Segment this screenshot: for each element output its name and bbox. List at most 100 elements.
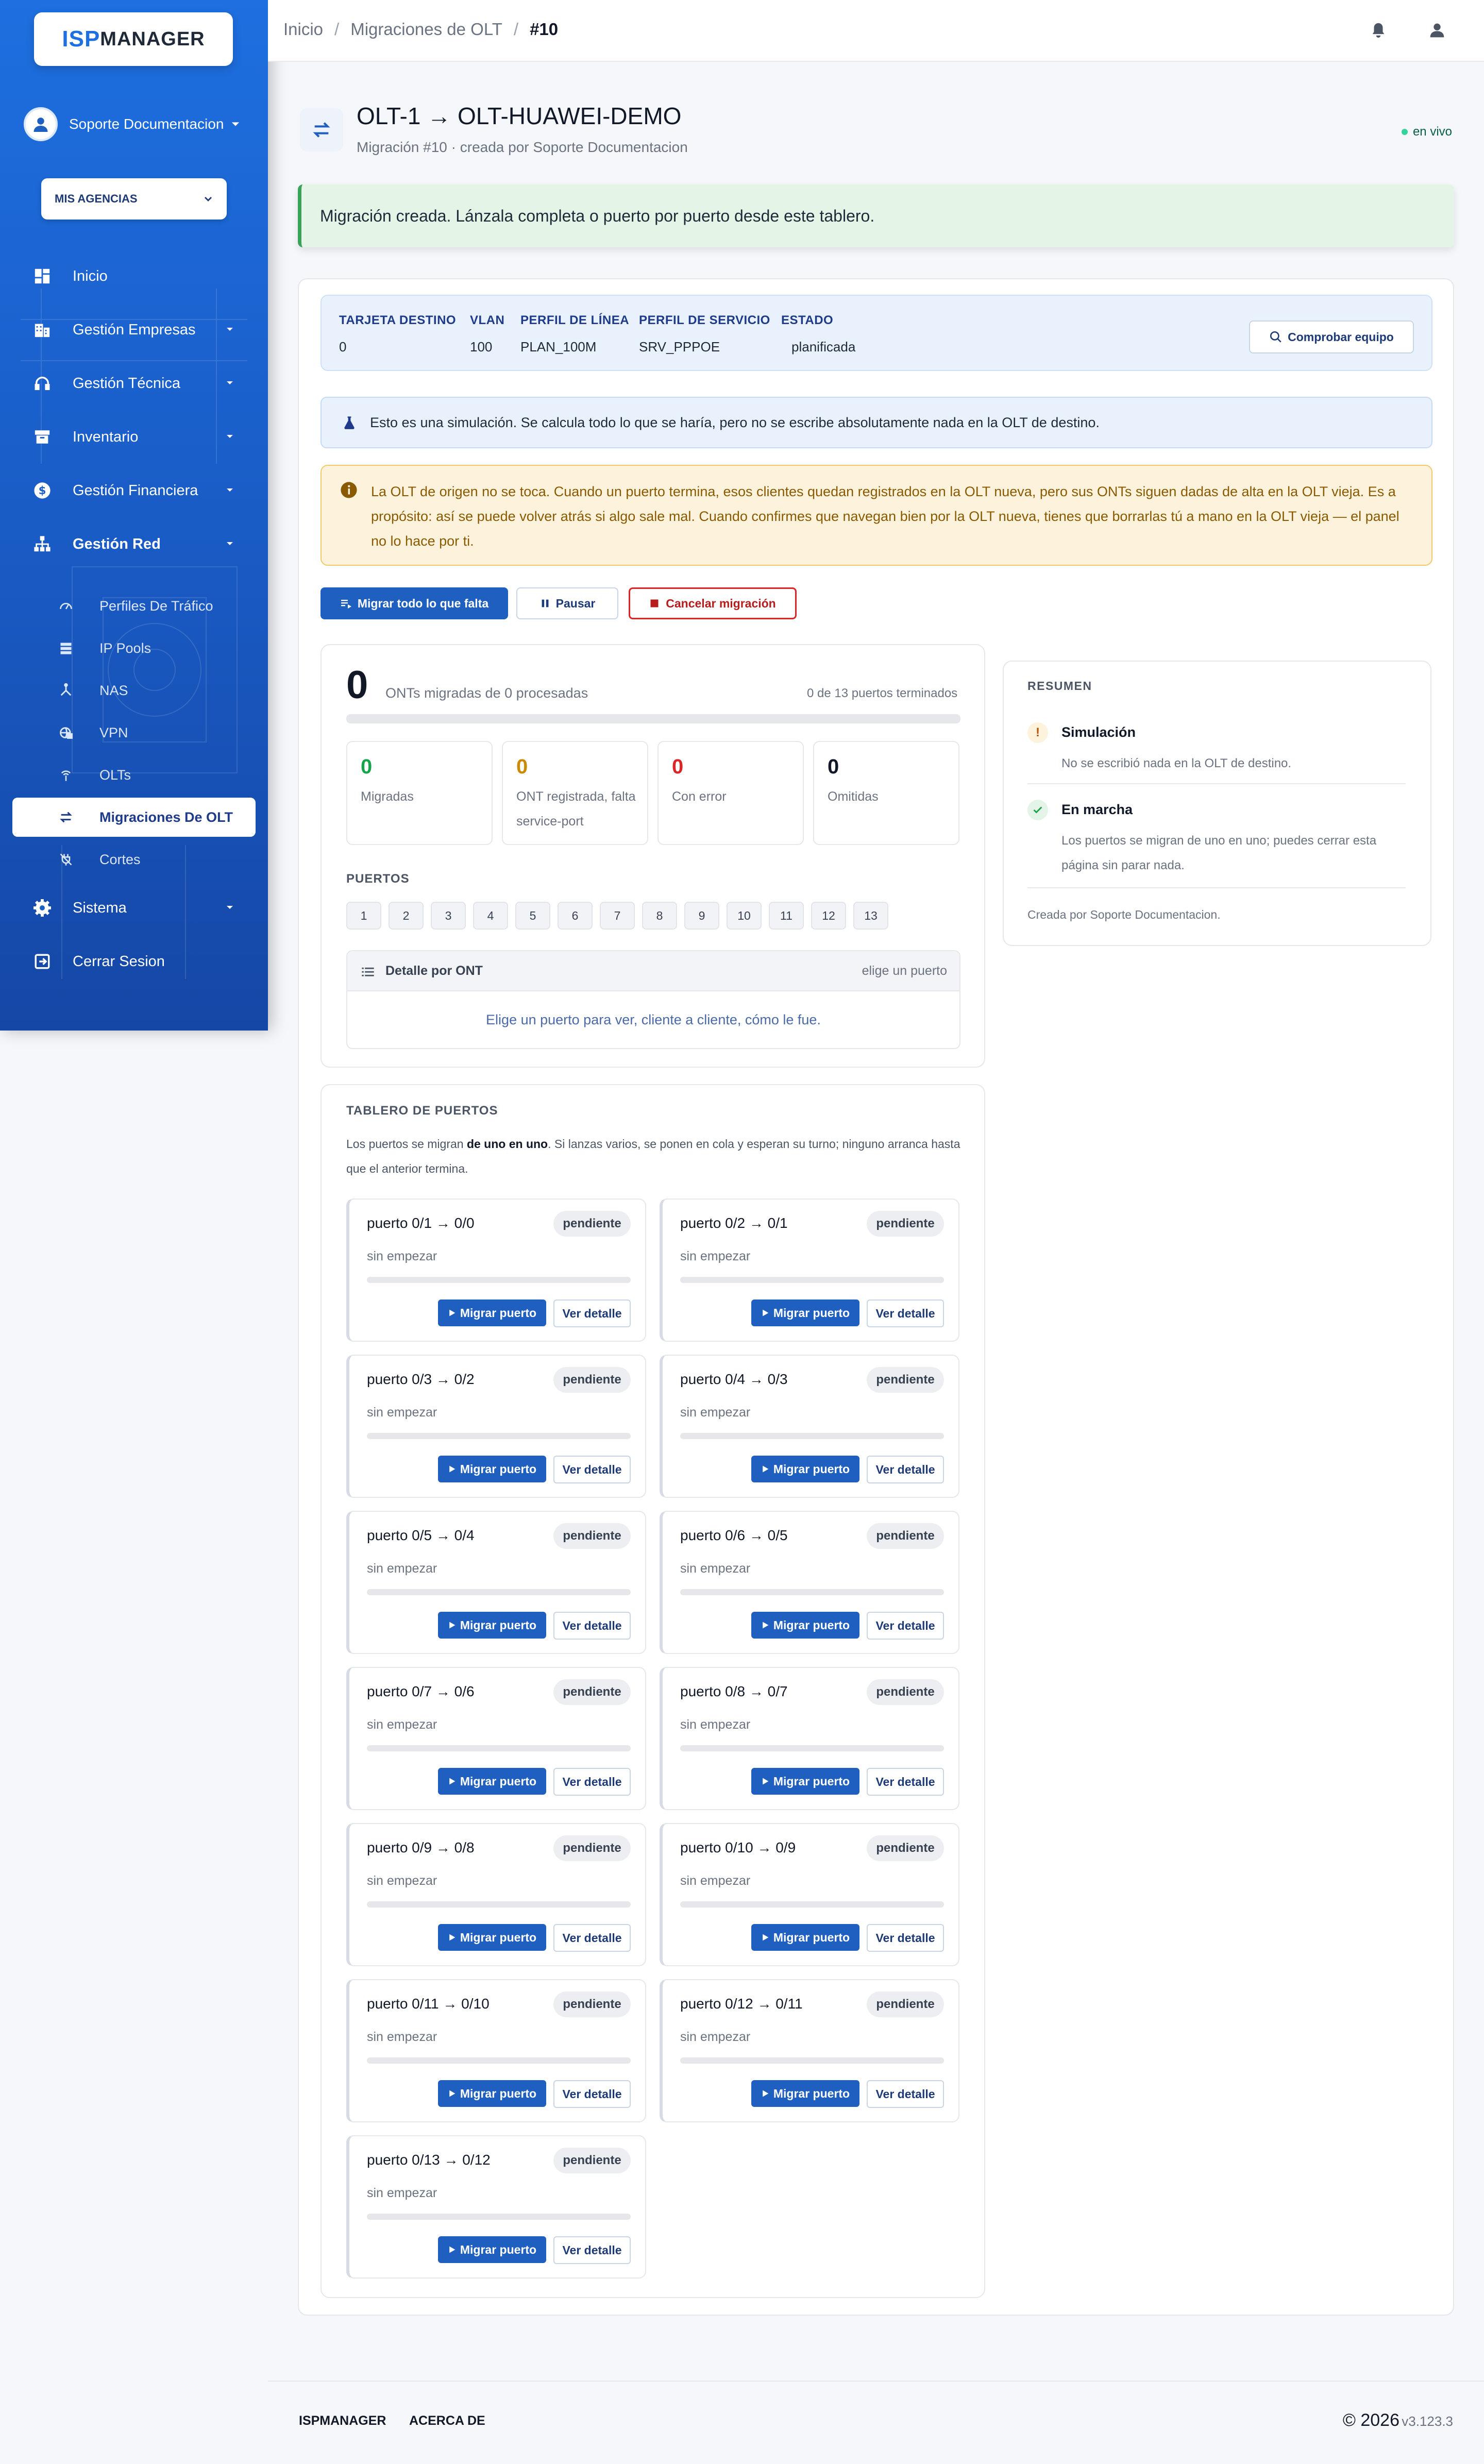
port-name: puerto 0/3 → 0/2 <box>367 1371 475 1387</box>
sidebar-item-nas[interactable]: NAS <box>0 671 268 710</box>
cancel-migration-button[interactable]: Cancelar migración <box>629 587 797 619</box>
port-chip[interactable]: 1 <box>346 902 381 930</box>
migrate-port-button[interactable]: Migrar puerto <box>438 1924 546 1951</box>
migrate-port-button[interactable]: Migrar puerto <box>438 2236 546 2263</box>
bell-icon[interactable] <box>1367 19 1390 42</box>
view-detail-button[interactable]: Ver detalle <box>553 2236 631 2264</box>
footer-link-about[interactable]: ACERCA DE <box>409 2414 485 2428</box>
port-chip[interactable]: 12 <box>811 902 846 930</box>
divider <box>1027 887 1406 888</box>
migrate-port-button[interactable]: Migrar puerto <box>751 1612 859 1639</box>
view-detail-button[interactable]: Ver detalle <box>867 2080 944 2108</box>
sidebar-item-perfiles-trafico[interactable]: Perfiles De Tráfico <box>0 586 268 626</box>
view-detail-button[interactable]: Ver detalle <box>553 1924 631 1952</box>
migrate-port-button[interactable]: Migrar puerto <box>438 1768 546 1795</box>
summary-footer: Creada por Soporte Documentacion. <box>1027 908 1221 921</box>
cancel-migration-label: Cancelar migración <box>666 596 776 610</box>
server-icon <box>57 639 75 657</box>
migrate-port-button[interactable]: Migrar puerto <box>751 1924 859 1951</box>
migrate-port-button[interactable]: Migrar puerto <box>438 1456 546 1482</box>
play-icon <box>449 1465 456 1473</box>
view-detail-button[interactable]: Ver detalle <box>867 1456 944 1483</box>
nav-sistema[interactable]: Sistema <box>0 887 268 929</box>
stat-number: 0 <box>672 755 684 778</box>
view-detail-button[interactable]: Ver detalle <box>553 1299 631 1327</box>
flash-success: Migración creada. Lánzala completa o pue… <box>298 184 1454 247</box>
port-chip[interactable]: 8 <box>642 902 677 930</box>
port-chip[interactable]: 10 <box>727 902 762 930</box>
nav-gestion-financiera[interactable]: $ Gestión Financiera <box>0 470 268 511</box>
info-heading: PERFIL DE SERVICIO <box>639 313 770 327</box>
sidebar-item-cortes[interactable]: Cortes <box>0 840 268 879</box>
caret-down-icon <box>227 906 233 909</box>
agency-select[interactable]: MIS AGENCIAS <box>41 178 227 220</box>
view-detail-button[interactable]: Ver detalle <box>867 1924 944 1952</box>
nav-inventario[interactable]: Inventario <box>0 416 268 458</box>
ont-detail-title: Detalle por ONT <box>385 964 483 978</box>
migrate-port-button[interactable]: Migrar puerto <box>438 2080 546 2107</box>
migrate-all-button[interactable]: Migrar todo lo que falta <box>321 587 508 619</box>
play-icon <box>449 2090 456 2097</box>
port-name: puerto 0/6 → 0/5 <box>680 1527 788 1543</box>
view-detail-button[interactable]: Ver detalle <box>553 2080 631 2108</box>
breadcrumb-home[interactable]: Inicio <box>283 20 323 39</box>
status-badge: pendiente <box>553 1523 631 1549</box>
pause-label: Pausar <box>555 596 596 610</box>
view-detail-button[interactable]: Ver detalle <box>867 1612 944 1640</box>
port-progress-bar <box>680 1277 944 1283</box>
port-chip[interactable]: 2 <box>389 902 424 930</box>
migrate-port-button[interactable]: Migrar puerto <box>751 1768 859 1795</box>
port-chip[interactable]: 3 <box>431 902 466 930</box>
headset-icon <box>32 373 53 394</box>
page-title: OLT-1 → OLT-HUAWEI-DEMO <box>357 103 682 129</box>
port-chip[interactable]: 9 <box>684 902 719 930</box>
port-card: puerto 0/12 → 0/11 pendiente sin empezar Mi… <box>660 1979 959 2122</box>
search-icon <box>1270 331 1281 343</box>
status-badge: pendiente <box>553 2148 631 2173</box>
sidebar-item-ip-pools[interactable]: IP Pools <box>0 629 268 668</box>
nav-inicio[interactable]: Inicio <box>0 256 268 297</box>
migrate-port-button[interactable]: Migrar puerto <box>751 1299 859 1326</box>
migrate-port-button[interactable]: Migrar puerto <box>438 1612 546 1639</box>
status-badge: pendiente <box>867 1367 944 1393</box>
nav-gestion-empresas[interactable]: Gestión Empresas <box>0 309 268 350</box>
caret-down-icon <box>227 381 233 384</box>
port-chip[interactable]: 5 <box>515 902 550 930</box>
nav-gestion-red[interactable]: Gestión Red <box>0 524 268 565</box>
check-equipment-button[interactable]: Comprobar equipo <box>1249 320 1414 353</box>
footer-link-ispmanager[interactable]: ISPMANAGER <box>299 2414 386 2428</box>
port-card: puerto 0/9 → 0/8 pendiente sin empezar Migr… <box>346 1823 646 1966</box>
nav-cerrar-sesion[interactable]: Cerrar Sesion <box>0 941 268 982</box>
port-name: puerto 0/2 → 0/1 <box>680 1215 788 1231</box>
user-icon[interactable] <box>1425 19 1449 42</box>
sidebar-item-olts[interactable]: OLTs <box>0 755 268 795</box>
logo[interactable]: ISP MANAGER <box>34 12 233 66</box>
breadcrumb-section[interactable]: Migraciones de OLT <box>350 20 502 39</box>
view-detail-button[interactable]: Ver detalle <box>553 1456 631 1483</box>
port-chip[interactable]: 7 <box>600 902 635 930</box>
nav-label: Sistema <box>73 899 127 916</box>
port-chip[interactable]: 11 <box>769 902 804 930</box>
sidebar-item-migraciones-olt[interactable]: Migraciones De OLT <box>12 798 256 837</box>
footer: ISPMANAGER ACERCA DE © 2026 v3.123.3 <box>268 2381 1484 2464</box>
migrate-port-label: Migrar puerto <box>460 1618 537 1632</box>
user-menu[interactable]: Soporte Documentacion <box>24 106 240 142</box>
info-col: TARJETA DESTINO 0 <box>339 313 456 355</box>
view-detail-button[interactable]: Ver detalle <box>867 1768 944 1796</box>
port-chip[interactable]: 6 <box>558 902 593 930</box>
nav-gestion-tecnica[interactable]: Gestión Técnica <box>0 363 268 404</box>
view-detail-button[interactable]: Ver detalle <box>867 1299 944 1327</box>
port-chip[interactable]: 4 <box>473 902 508 930</box>
migrate-port-button[interactable]: Migrar puerto <box>751 2080 859 2107</box>
pause-button[interactable]: Pausar <box>516 587 618 619</box>
port-card: puerto 0/13 → 0/12 pendiente sin empezar Mi… <box>346 2135 646 2279</box>
port-chip[interactable]: 13 <box>853 902 888 930</box>
view-detail-button[interactable]: Ver detalle <box>553 1612 631 1640</box>
status-badge: pendiente <box>867 1992 944 2017</box>
sidebar-item-vpn[interactable]: VPN <box>0 713 268 752</box>
migrate-port-button[interactable]: Migrar puerto <box>751 1456 859 1482</box>
migrate-port-button[interactable]: Migrar puerto <box>438 1299 546 1326</box>
status-badge: pendiente <box>553 1211 631 1237</box>
sidebar-item-label: Cortes <box>99 851 141 867</box>
view-detail-button[interactable]: Ver detalle <box>553 1768 631 1796</box>
